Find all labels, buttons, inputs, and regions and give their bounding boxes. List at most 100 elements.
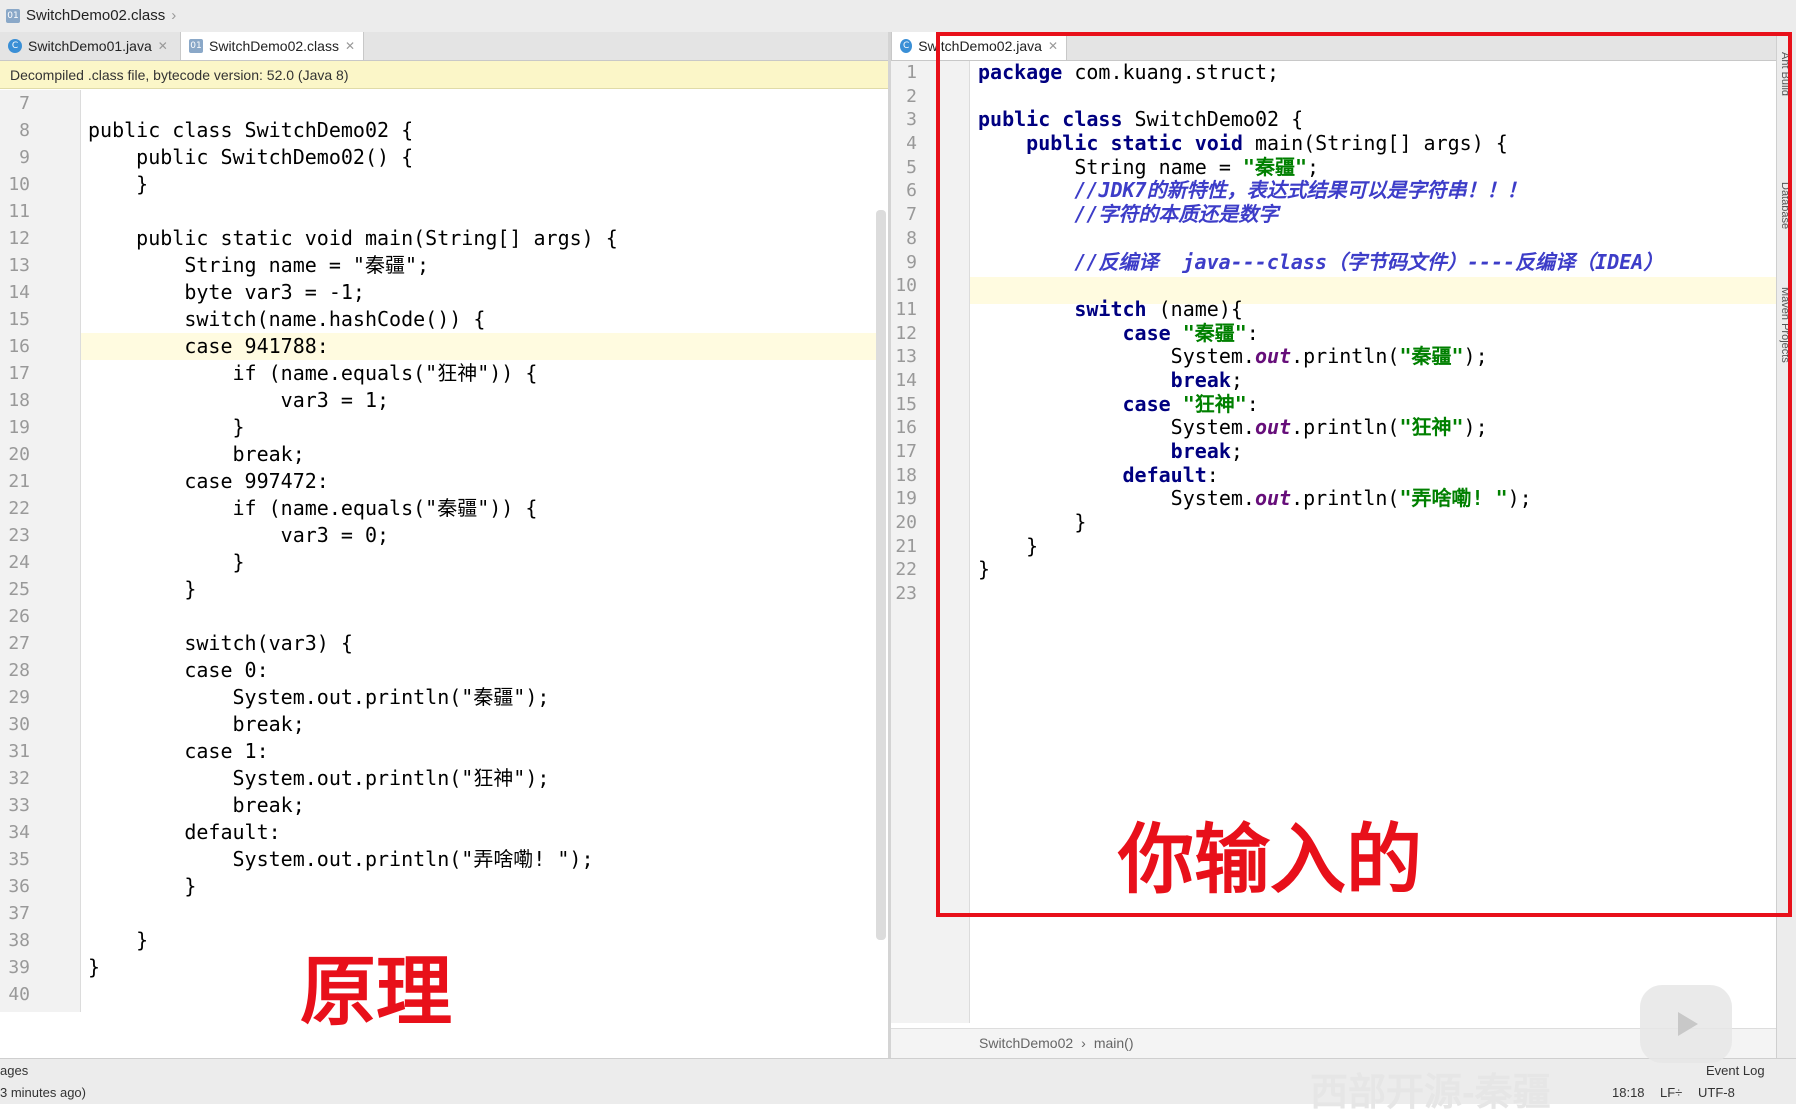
line-number: 5 (906, 156, 917, 178)
line-number: 2 (906, 85, 917, 107)
cursor-position[interactable]: 18:18 (1612, 1085, 1645, 1100)
code-line[interactable]: case "秦疆": (978, 320, 1663, 346)
code-line[interactable]: if (name.equals("秦疆")) { (88, 495, 618, 522)
code-line[interactable]: } (88, 414, 618, 441)
code-line[interactable]: public static void main(String[] args) { (978, 131, 1663, 156)
code-line[interactable]: case "狂神": (978, 391, 1663, 417)
code-line[interactable] (978, 227, 1663, 251)
code-line[interactable]: //字符的本质还是数字 (978, 202, 1663, 227)
code-line[interactable] (88, 603, 618, 630)
tab-switchdemo02-class[interactable]: 01 SwitchDemo02.class ✕ (180, 32, 364, 60)
code-token: ); (1463, 415, 1488, 440)
code-line[interactable]: break; (978, 368, 1663, 393)
code-line[interactable]: System.out.println("弄啥嘞! "); (88, 846, 618, 873)
code-line[interactable]: break; (88, 711, 618, 738)
code-line[interactable]: public static void main(String[] args) { (88, 225, 618, 252)
code-line[interactable]: } (88, 549, 618, 576)
code-line[interactable]: default: (88, 819, 618, 846)
tool-maven-projects[interactable]: Maven Projects (1779, 287, 1791, 363)
code-line[interactable] (88, 90, 618, 117)
tool-ant-build[interactable]: Ant Build (1779, 52, 1791, 96)
code-token: "秦疆" (1242, 154, 1307, 179)
code-line[interactable]: break; (88, 792, 618, 819)
code-line[interactable]: break; (88, 441, 618, 468)
code-line[interactable]: switch(var3) { (88, 630, 618, 657)
code-line[interactable] (978, 85, 1663, 109)
code-line[interactable]: } (978, 534, 1663, 559)
line-number: 13 (895, 346, 917, 368)
code-line[interactable]: var3 = 1; (88, 387, 618, 414)
code-line[interactable]: public SwitchDemo02() { (88, 144, 618, 171)
code-line[interactable]: case 941788: (88, 333, 618, 360)
code-token: default (978, 462, 1207, 487)
play-icon[interactable] (1640, 985, 1732, 1063)
code-line[interactable]: byte var3 = -1; (88, 279, 618, 306)
code-line[interactable]: System.out.println("秦疆"); (978, 344, 1663, 369)
code-line[interactable]: public class SwitchDemo02 { (88, 117, 618, 144)
line-number: 40 (8, 984, 30, 1005)
code-line[interactable]: case 0: (88, 657, 618, 684)
code-token: //反编译 java---class（字节码文件）----反编译（IDEA） (978, 249, 1664, 274)
breadcrumb[interactable]: 01 SwitchDemo02.class › (6, 7, 176, 24)
code-line[interactable]: System.out.println("狂神"); (978, 415, 1663, 440)
line-number: 16 (895, 417, 917, 439)
code-line[interactable] (978, 582, 1663, 606)
code-line[interactable]: System.out.println("狂神"); (88, 765, 618, 792)
code-line[interactable]: case 1: (88, 738, 618, 765)
close-icon[interactable]: ✕ (345, 39, 355, 53)
code-line[interactable]: } (978, 510, 1663, 535)
code-line[interactable]: default: (978, 462, 1663, 488)
right-code-content[interactable]: package com.kuang.struct; public class Sw… (978, 61, 1663, 606)
left-code-content[interactable]: public class SwitchDemo02 { public Switc… (88, 90, 618, 1008)
class-file-icon: 01 (189, 39, 203, 53)
code-line[interactable]: if (name.equals("狂神")) { (88, 360, 618, 387)
code-line[interactable] (88, 198, 618, 225)
breadcrumb-file[interactable]: SwitchDemo02.class (26, 7, 165, 24)
left-editor[interactable]: 7 8 9 10 11 12 13 14 15 16 17 18 19 20 21 22 23 24 25 26 27 2… (0, 90, 888, 1012)
code-line[interactable]: package com.kuang.struct; (978, 61, 1663, 85)
code-line[interactable]: String name = "秦疆"; (978, 154, 1663, 180)
breadcrumb-method[interactable]: main() (1094, 1035, 1134, 1051)
code-token: "弄啥嘞! " (1399, 486, 1508, 511)
caption-your-input: 你输入的 (1118, 815, 1422, 904)
code-token: "狂神" (1182, 391, 1247, 416)
code-token: (name){ (1158, 296, 1243, 321)
code-token: "秦疆" (1182, 320, 1247, 345)
tool-database[interactable]: Database (1779, 182, 1791, 229)
close-icon[interactable]: ✕ (158, 39, 168, 53)
code-line[interactable]: String name = "秦疆"; (88, 252, 618, 279)
code-line[interactable]: public class SwitchDemo02 { (978, 108, 1663, 132)
code-line[interactable]: switch (name){ (978, 296, 1663, 322)
code-line[interactable]: } (978, 558, 1663, 582)
code-line[interactable]: //反编译 java---class（字节码文件）----反编译（IDEA） (978, 249, 1664, 275)
code-line[interactable]: case 997472: (88, 468, 618, 495)
left-scrollbar[interactable] (876, 210, 886, 940)
code-token: com.kuang.struct; (1074, 61, 1280, 84)
code-line[interactable]: } (88, 576, 618, 603)
code-line[interactable] (978, 274, 1663, 298)
code-line[interactable]: //JDK7的新特性，表达式结果可以是字符串！！！ (978, 179, 1663, 203)
code-line[interactable]: switch(name.hashCode()) { (88, 306, 618, 333)
code-line[interactable]: var3 = 0; (88, 522, 618, 549)
code-line[interactable]: } (88, 873, 618, 900)
line-separator[interactable]: LF÷ (1660, 1085, 1682, 1100)
caption-principle: 原理 (300, 947, 452, 1036)
code-line[interactable]: System.out.println("弄啥嘞! "); (978, 487, 1663, 511)
close-icon[interactable]: ✕ (1048, 39, 1058, 53)
line-number: 9 (19, 147, 30, 168)
watermark: 西部开源-秦疆 (1310, 1072, 1551, 1114)
code-line[interactable] (88, 900, 618, 927)
decompiled-banner: Decompiled .class file, bytecode version… (0, 61, 888, 89)
file-encoding[interactable]: UTF-8 (1698, 1085, 1735, 1100)
tab-switchdemo01-java[interactable]: C SwitchDemo01.java ✕ (0, 32, 178, 60)
event-log-button[interactable]: Event Log (1706, 1063, 1765, 1078)
code-line[interactable]: System.out.println("秦疆"); (88, 684, 618, 711)
tab-switchdemo02-java[interactable]: C SwitchDemo02.java ✕ (891, 32, 1067, 60)
code-token: String name = (978, 154, 1243, 179)
tab-label: SwitchDemo01.java (28, 38, 152, 54)
line-number: 15 (8, 309, 30, 330)
code-line[interactable]: break; (978, 439, 1663, 464)
line-number: 19 (895, 488, 917, 510)
breadcrumb-class[interactable]: SwitchDemo02 (979, 1035, 1073, 1051)
code-line[interactable]: } (88, 171, 618, 198)
